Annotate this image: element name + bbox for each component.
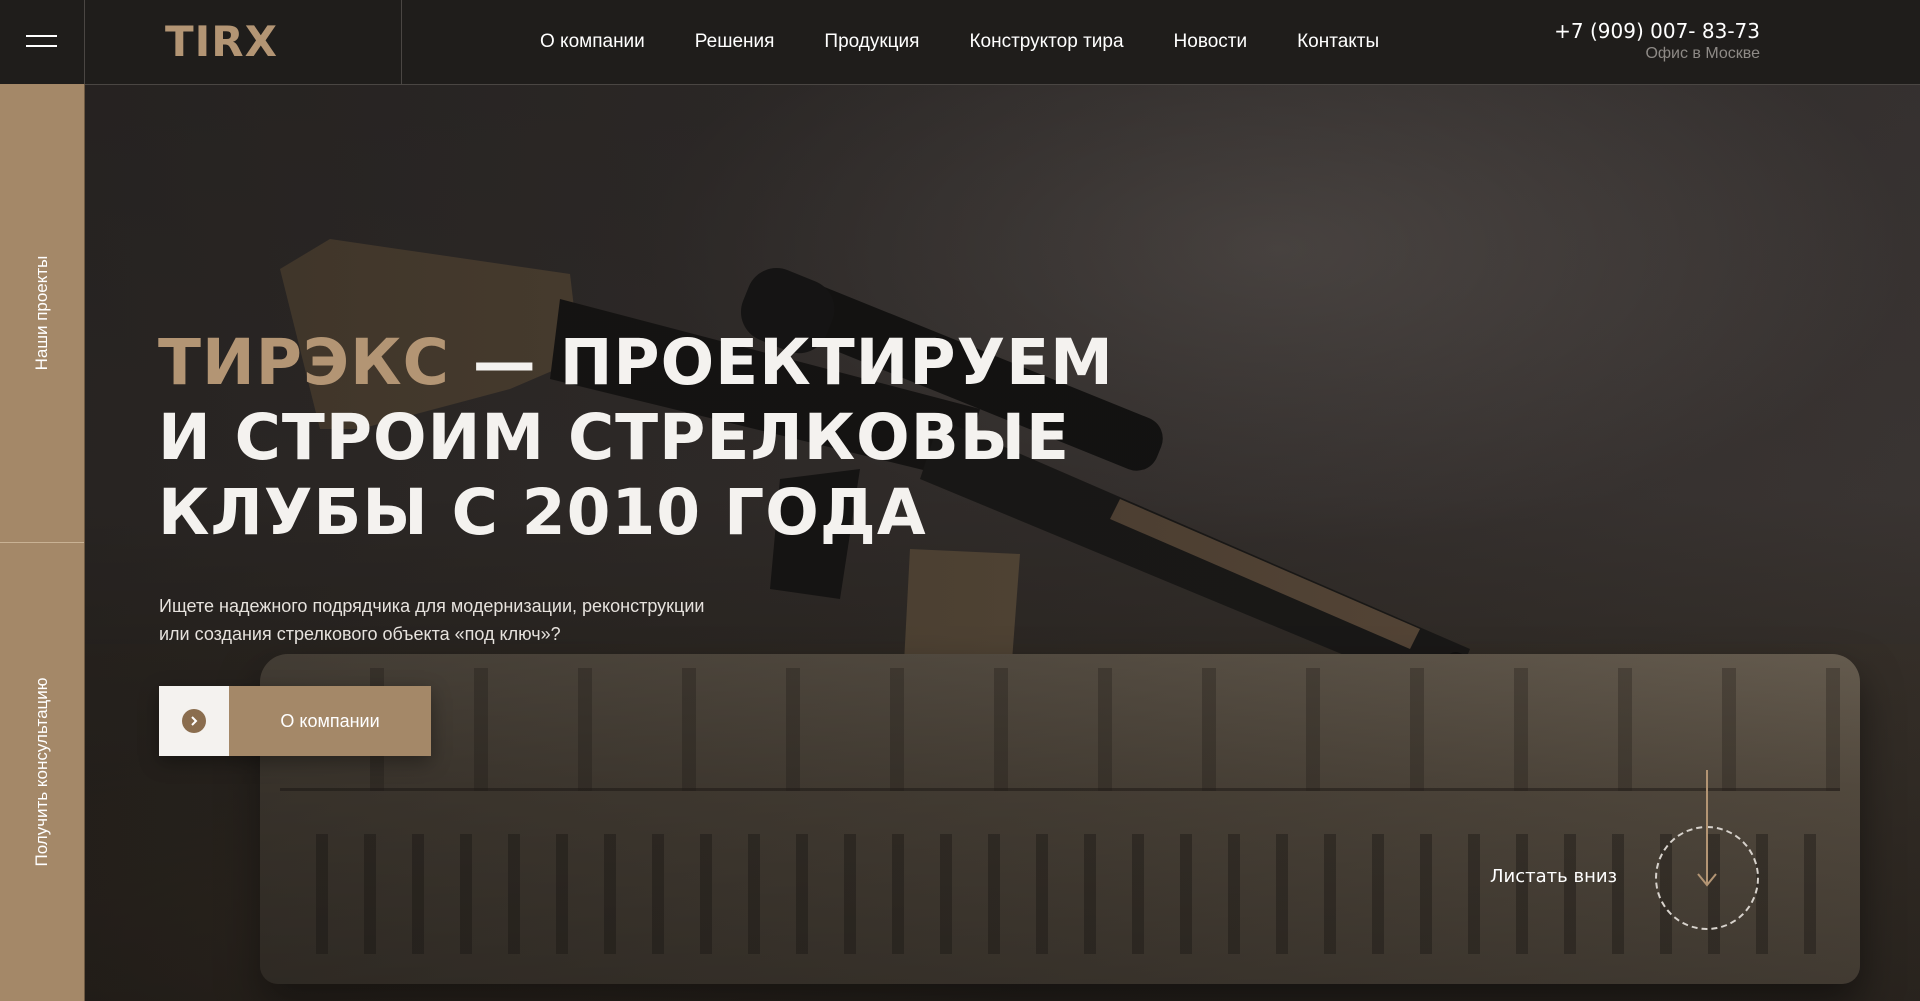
nav-range-builder[interactable]: Конструктор тира <box>969 31 1123 53</box>
contact-block: +7 (909) 007- 83-73 Офис в Москве <box>1554 18 1760 64</box>
side-rail: Наши проекты Получить консультацию <box>0 84 85 1001</box>
sidebar-item-consultation[interactable]: Получить консультацию <box>0 543 84 1001</box>
nav-solutions[interactable]: Решения <box>695 31 775 53</box>
subtitle-line2: или создания стрелкового объекта «под кл… <box>159 624 561 644</box>
sidebar-item-label: Получить консультацию <box>32 677 51 867</box>
phone-link[interactable]: +7 (909) 007- 83-73 <box>1554 18 1760 44</box>
sidebar-item-projects[interactable]: Наши проекты <box>0 84 84 542</box>
nav-news[interactable]: Новости <box>1174 31 1248 53</box>
headline-brand: ТИРЭКС <box>158 326 450 399</box>
logo[interactable]: TIRX <box>165 18 278 66</box>
cta-icon-box <box>159 686 229 756</box>
nav-products[interactable]: Продукция <box>824 31 919 53</box>
hero-headline: ТИРЭКС — ПРОЕКТИРУЕМ И СТРОИМ СТРЕЛКОВЫЕ… <box>158 325 1258 550</box>
scroll-label: Листать вниз <box>1490 866 1618 887</box>
headline-line2: И СТРОИМ СТРЕЛКОВЫЕ <box>158 401 1071 474</box>
headline-line3: КЛУБЫ С 2010 ГОДА <box>158 476 927 549</box>
nav-contacts[interactable]: Контакты <box>1297 31 1379 53</box>
arrow-down-icon <box>1697 770 1717 887</box>
nav-about[interactable]: О компании <box>540 31 645 53</box>
hero-subtitle: Ищете надежного подрядчика для модерниза… <box>159 592 779 648</box>
office-location: Офис в Москве <box>1645 45 1760 62</box>
about-company-button[interactable]: О компании <box>159 686 431 756</box>
subtitle-line1: Ищете надежного подрядчика для модерниза… <box>159 596 705 616</box>
top-bar: TIRX О компании Решения Продукция Констр… <box>0 0 1920 85</box>
logo-cell: TIRX <box>85 0 402 84</box>
cta-label: О компании <box>229 686 431 756</box>
scroll-down-button[interactable]: Листать вниз <box>1490 770 1770 930</box>
sidebar-item-label: Наши проекты <box>32 255 51 371</box>
chevron-right-icon <box>182 709 206 733</box>
headline-line1: — ПРОЕКТИРУЕМ <box>449 326 1114 399</box>
menu-icon[interactable] <box>0 0 85 84</box>
main-nav: О компании Решения Продукция Конструктор… <box>540 0 1429 84</box>
